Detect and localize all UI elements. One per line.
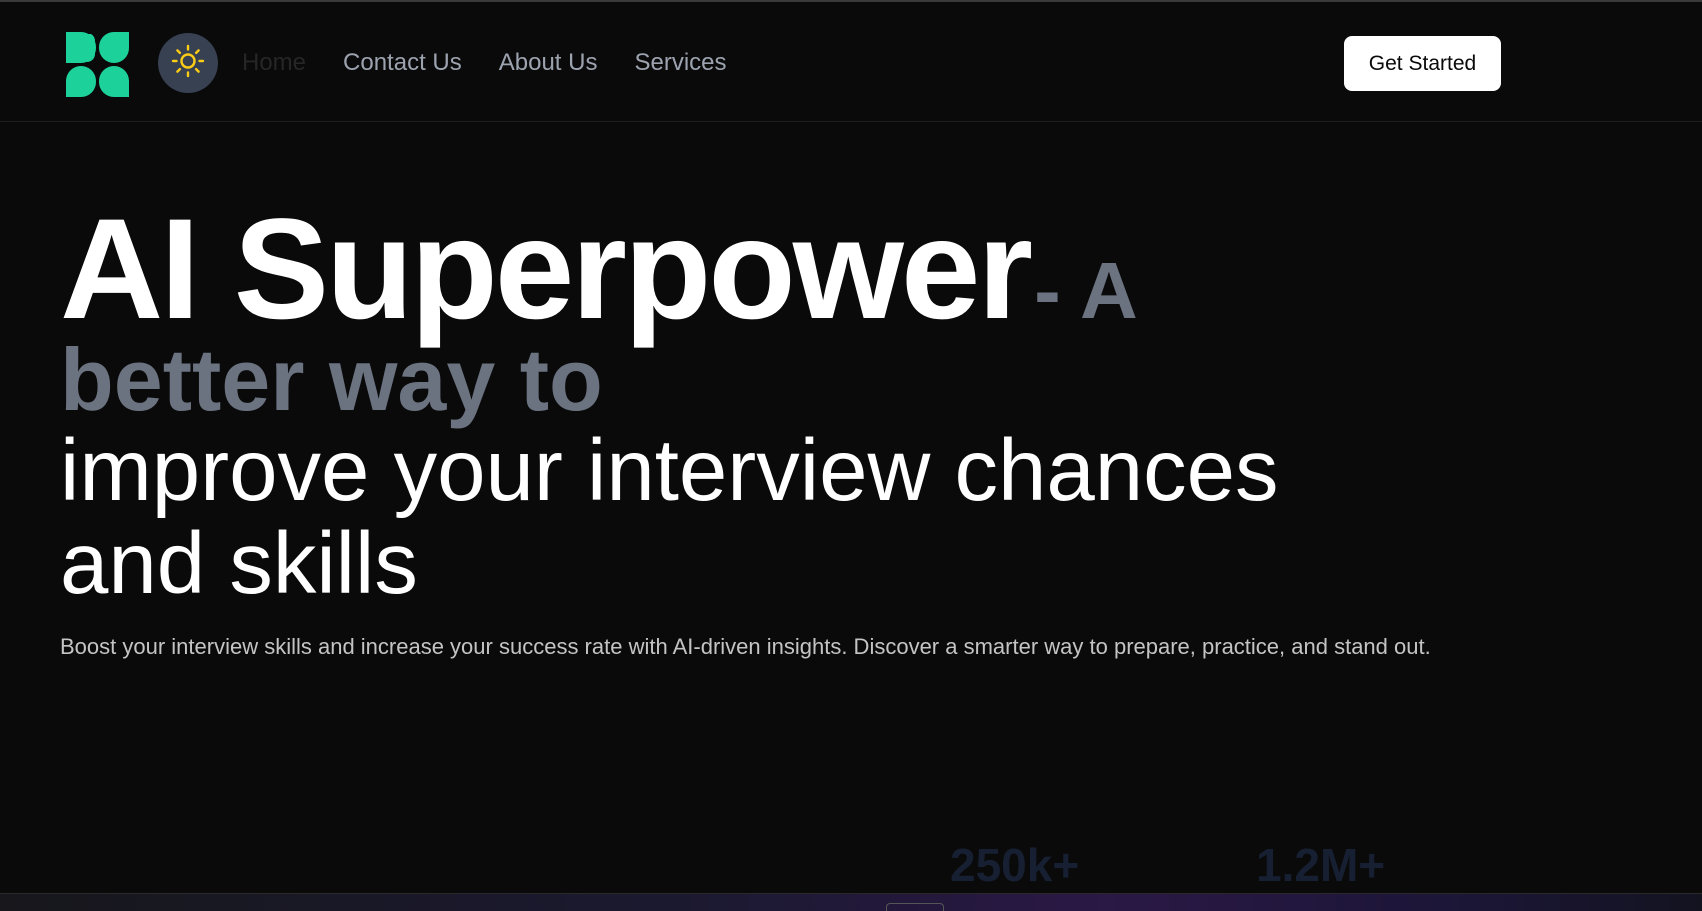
sun-icon: [171, 44, 205, 83]
clover-logo-icon[interactable]: [63, 30, 132, 98]
nav-services[interactable]: Services: [634, 46, 726, 80]
landing-page: Home Contact Us About Us Services Get St…: [0, 0, 1702, 911]
headline-line-3: improve your interview chances: [60, 422, 1279, 519]
stat-value: 1.2M+: [1256, 839, 1386, 891]
site-header: Home Contact Us About Us Services Get St…: [0, 2, 1702, 122]
headline-bold: AI Superpower: [60, 190, 1033, 349]
headline-accent: - A: [1034, 246, 1138, 335]
theme-toggle-button[interactable]: [158, 33, 218, 93]
hero-subtitle: Boost your interview skills and increase…: [60, 634, 1431, 659]
nav-about-us[interactable]: About Us: [499, 46, 598, 80]
nav-home[interactable]: Home: [242, 46, 306, 80]
get-started-button[interactable]: Get Started: [1344, 36, 1501, 91]
headline-accent-line: better way to: [60, 330, 603, 429]
nav-contact-us[interactable]: Contact Us: [343, 46, 462, 80]
main-nav: Home Contact Us About Us Services: [242, 46, 727, 80]
bottom-bar: [0, 893, 1702, 911]
stat-value: 250k+: [950, 839, 1080, 891]
headline-line-4: and skills: [60, 515, 418, 612]
headline-line-1: AI Superpower- A: [60, 195, 1138, 345]
bottom-tab: [886, 903, 944, 911]
